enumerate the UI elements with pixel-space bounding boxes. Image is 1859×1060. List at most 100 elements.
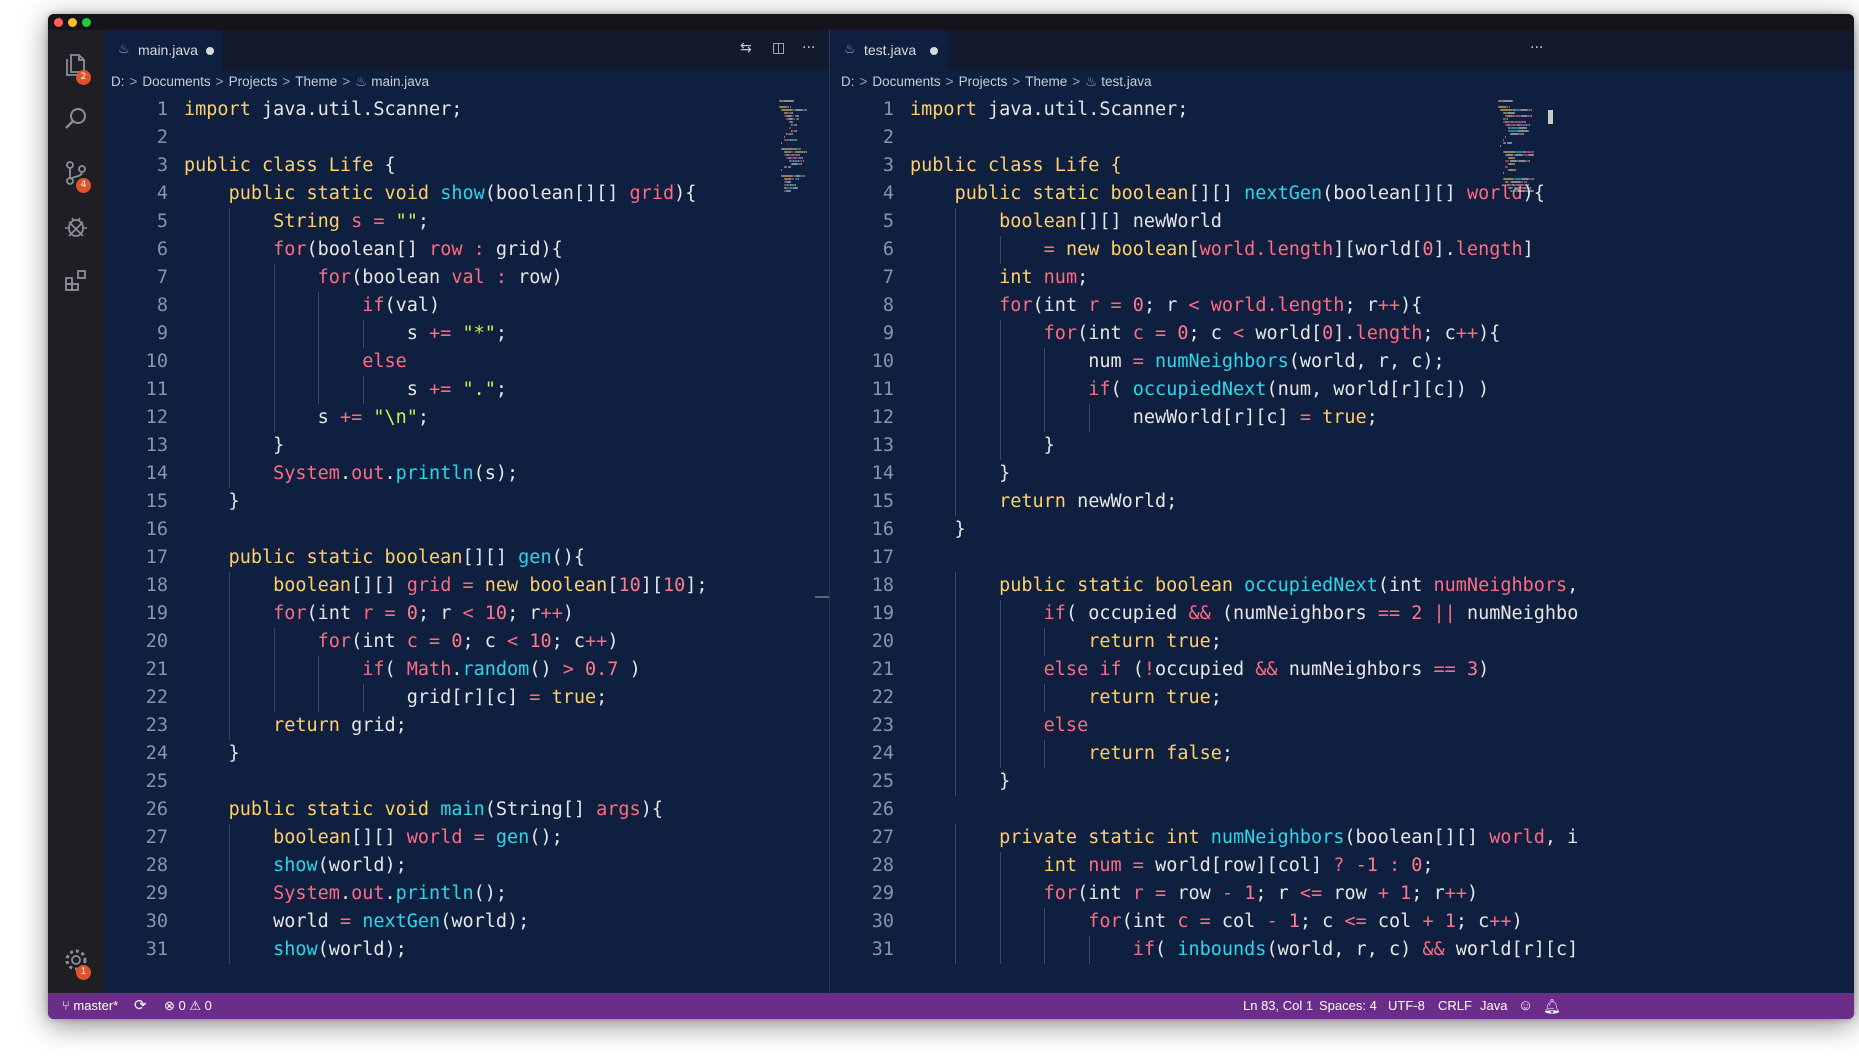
code-token: -	[1266, 911, 1289, 932]
code-token: main	[440, 799, 485, 820]
breadcrumb-item[interactable]: Theme	[1025, 74, 1067, 89]
line-ending[interactable]: CRLF	[1438, 993, 1472, 1019]
code-token: gen	[495, 827, 530, 848]
minimap-segment	[779, 100, 783, 102]
java-file-icon: ♨	[844, 41, 856, 56]
branch-indicator[interactable]: ⑂ master*	[62, 993, 118, 1019]
code-line: 23 else	[830, 712, 1089, 740]
cursor-position[interactable]: Ln 83, Col 1	[1243, 993, 1313, 1019]
search-icon	[65, 108, 86, 129]
code-token: public class	[184, 155, 329, 176]
breadcrumb-item[interactable]: D:	[841, 74, 855, 89]
language-mode[interactable]: Java	[1480, 993, 1507, 1019]
code-token: 0	[451, 631, 463, 652]
code-token: import	[910, 99, 977, 120]
code-token: (boolean[][]	[1322, 183, 1467, 204]
more-icon[interactable]: ···	[1530, 40, 1543, 56]
line-number: 5	[882, 211, 894, 232]
activity-debug[interactable]	[48, 202, 104, 252]
tab-main-java[interactable]: ♨ main.java	[104, 30, 222, 70]
breadcrumb-item[interactable]: Theme	[295, 74, 337, 89]
more-icon[interactable]: ···	[802, 40, 815, 56]
breadcrumb-item[interactable]: Projects	[229, 74, 278, 89]
problems-indicator[interactable]: ⊗ 0 ⚠ 0	[164, 993, 212, 1019]
scrollbar[interactable]	[815, 596, 829, 598]
maximize-window-button[interactable]	[82, 18, 91, 27]
indent-guide	[999, 656, 1001, 684]
breadcrumb-item[interactable]: D:	[111, 74, 125, 89]
line-number: 25	[145, 771, 168, 792]
code-token: ; r	[1255, 883, 1300, 904]
code-token: val	[451, 267, 485, 288]
indent-guide	[999, 684, 1001, 712]
code-line: 25	[104, 768, 184, 796]
activity-explorer[interactable]: 2	[48, 40, 104, 90]
minimap-segment	[1498, 106, 1506, 108]
code-line: 13 }	[830, 432, 1055, 460]
code-line: 29 System.out.println();	[104, 880, 507, 908]
activity-extensions[interactable]	[48, 256, 104, 306]
minimap-segment	[1517, 190, 1526, 192]
bell-icon[interactable]: 🔔︎	[1543, 993, 1561, 1019]
encoding[interactable]: UTF-8	[1388, 993, 1425, 1019]
minimap[interactable]	[779, 100, 829, 260]
code-token: if	[1088, 379, 1111, 400]
indent-guide	[999, 348, 1001, 376]
activity-search[interactable]	[48, 94, 104, 144]
line-number: 9	[882, 323, 894, 344]
sync-icon[interactable]: ⟳	[134, 993, 147, 1019]
code-token: (int	[1032, 295, 1089, 316]
code-token: for	[317, 631, 352, 652]
code-token: length	[1455, 239, 1523, 260]
breadcrumb-item[interactable]: Documents	[142, 74, 210, 89]
code-token: .	[384, 463, 396, 484]
minimap-segment	[795, 151, 802, 153]
line-number: 6	[156, 239, 168, 260]
minimap[interactable]	[1498, 100, 1548, 192]
minimap-segment	[1505, 136, 1507, 138]
line-number: 23	[871, 715, 894, 736]
code-token: ];	[685, 575, 708, 596]
code-token: r	[1088, 295, 1100, 316]
breadcrumb: D: > Documents > Projects > Theme > ♨ test.java	[830, 70, 1854, 94]
code-token: new boolean	[1065, 239, 1189, 260]
code-line: 4 public static void show(boolean[][] gr…	[104, 180, 697, 208]
code-line: 5 String s = "";	[104, 208, 429, 236]
minimize-window-button[interactable]	[68, 18, 77, 27]
breadcrumb-separator: >	[859, 74, 868, 89]
indent-guide	[954, 712, 956, 740]
tab-test-java[interactable]: ♨ test.java	[830, 30, 948, 70]
code-editor[interactable]: 1 import java.util.Scanner; 2 3 public class…	[104, 94, 829, 993]
code-token: )	[607, 631, 619, 652]
code-token: grid;	[339, 715, 407, 736]
code-token: public static boolean	[954, 183, 1189, 204]
scrollbar[interactable]	[1548, 110, 1553, 124]
code-token: numNeighbors	[1210, 827, 1345, 848]
code-token: }	[910, 771, 1011, 792]
activity-settings[interactable]: 1	[48, 935, 104, 985]
code-token: java.util.Scanner;	[250, 99, 463, 120]
breadcrumb-item[interactable]: test.java	[1101, 74, 1151, 89]
smiley-icon[interactable]: ☺	[1518, 993, 1533, 1019]
indent-guide	[273, 376, 275, 404]
code-line: 18 boolean[][] grid = new boolean[10][10…	[104, 572, 708, 600]
code-line: 3 public class Life {	[104, 152, 396, 180]
code-token: :	[484, 267, 519, 288]
breadcrumb-item[interactable]: Projects	[959, 74, 1008, 89]
split-editor-icon[interactable]: ◫	[772, 40, 785, 56]
code-editor[interactable]: 1 import java.util.Scanner; 2 3 public class…	[830, 94, 1854, 993]
activity-source-control[interactable]: 4	[48, 148, 104, 198]
close-window-button[interactable]	[54, 18, 63, 27]
indentation[interactable]: Spaces: 4	[1319, 993, 1377, 1019]
indent-guide	[318, 348, 320, 376]
line-number: 8	[156, 295, 168, 316]
breadcrumb-item[interactable]: main.java	[371, 74, 429, 89]
indent-guide	[1044, 684, 1046, 712]
code-token: num	[1043, 267, 1078, 288]
compare-icon[interactable]: ⇆	[740, 40, 752, 56]
code-token: 10	[529, 631, 552, 652]
code-token: =	[1121, 855, 1156, 876]
breadcrumb-item[interactable]: Documents	[872, 74, 940, 89]
indent-guide	[228, 572, 230, 600]
code-line: 27 boolean[][] world = gen();	[104, 824, 563, 852]
